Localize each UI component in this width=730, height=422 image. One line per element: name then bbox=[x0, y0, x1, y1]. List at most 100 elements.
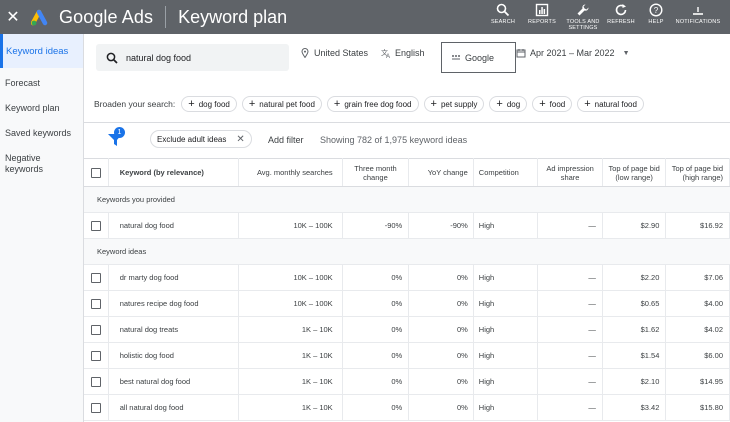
row-checkbox[interactable] bbox=[90, 350, 101, 361]
reports-icon bbox=[535, 3, 549, 17]
keyword-column-header[interactable]: Keyword (by relevance) bbox=[108, 158, 239, 187]
notifications-button[interactable]: NOTIFICATIONS bbox=[674, 0, 722, 34]
avg-searches-cell: 10K – 100K bbox=[238, 290, 343, 317]
yoy-cell: 0% bbox=[408, 290, 474, 317]
reports-button[interactable]: REPORTS bbox=[522, 0, 562, 34]
keyword-cell: dr marty dog food bbox=[108, 264, 239, 291]
competition-cell: High bbox=[473, 212, 539, 239]
table-row[interactable]: natural dog treats 1K – 10K 0% 0% High —… bbox=[84, 316, 730, 343]
bell-icon bbox=[693, 7, 703, 15]
yoy-cell: 0% bbox=[408, 264, 474, 291]
svg-text:A: A bbox=[386, 54, 390, 58]
table-row[interactable]: natures recipe dog food 10K – 100K 0% 0%… bbox=[84, 290, 730, 317]
avg-searches-column-header[interactable]: Avg. monthly searches bbox=[238, 158, 343, 187]
chip-label: dog bbox=[506, 99, 521, 109]
three-month-cell: 0% bbox=[342, 290, 410, 317]
low-bid-cell: $1.54 bbox=[602, 342, 667, 369]
network-icon bbox=[452, 54, 460, 59]
close-icon[interactable]: ✕ bbox=[1, 0, 25, 34]
high-bid-cell: $6.00 bbox=[665, 342, 730, 369]
yoy-cell: -90% bbox=[408, 212, 474, 239]
table-row[interactable]: all natural dog food 1K – 10K 0% 0% High… bbox=[84, 394, 730, 421]
impression-share-column-header[interactable]: Ad impression share bbox=[537, 158, 603, 187]
date-range-selector[interactable]: Apr 2021 – Mar 2022 ▼ bbox=[516, 48, 630, 58]
table-row[interactable]: best natural dog food 1K – 10K 0% 0% Hig… bbox=[84, 368, 730, 395]
row-checkbox[interactable] bbox=[90, 220, 101, 231]
low-bid-cell: $3.42 bbox=[602, 394, 667, 421]
three-month-column-header[interactable]: Three month change bbox=[342, 158, 410, 187]
chip-label: natural pet food bbox=[259, 99, 315, 109]
exclude-adult-chip[interactable]: Exclude adult ideas ✕ bbox=[150, 130, 252, 148]
row-checkbox-cell bbox=[84, 342, 109, 369]
search-icon bbox=[106, 52, 118, 64]
table-row[interactable]: dr marty dog food 10K – 100K 0% 0% High … bbox=[84, 264, 730, 291]
sidebar-item-negative-keywords[interactable]: Negative keywords bbox=[0, 153, 60, 175]
competition-column-header[interactable]: Competition bbox=[473, 158, 539, 187]
tools-settings-label: TOOLS AND SETTINGS bbox=[566, 19, 600, 31]
search-tool-label: SEARCH bbox=[490, 19, 516, 25]
language-selector[interactable]: 文A English bbox=[381, 48, 425, 58]
row-checkbox[interactable] bbox=[90, 298, 101, 309]
location-selector[interactable]: United States bbox=[300, 48, 368, 58]
svg-text:?: ? bbox=[654, 6, 659, 15]
broaden-chip[interactable]: + grain free dog food bbox=[326, 96, 419, 112]
search-value: natural dog food bbox=[126, 52, 192, 63]
sidebar-item-keyword-ideas[interactable]: Keyword ideas bbox=[0, 34, 83, 68]
three-month-cell: 0% bbox=[342, 342, 410, 369]
low-bid-cell: $2.10 bbox=[602, 368, 667, 395]
sidebar-item-forecast[interactable]: Forecast bbox=[0, 78, 83, 89]
avg-searches-cell: 1K – 10K bbox=[238, 342, 343, 369]
notifications-label: NOTIFICATIONS bbox=[675, 19, 721, 25]
network-selector[interactable]: Google bbox=[441, 42, 516, 73]
keyword-table: Keyword (by relevance) Avg. monthly sear… bbox=[84, 158, 730, 421]
section-row: Keyword ideas bbox=[84, 238, 730, 265]
toolbar: SEARCH REPORTS TOOLS AND SETTINGS REFRESH… bbox=[484, 0, 722, 34]
close-icon[interactable]: ✕ bbox=[236, 134, 244, 145]
row-checkbox-cell bbox=[84, 212, 109, 239]
broaden-chip[interactable]: + dog food bbox=[181, 96, 237, 112]
broaden-chip[interactable]: + natural food bbox=[577, 96, 644, 112]
plus-icon: + bbox=[430, 98, 437, 110]
location-label: United States bbox=[314, 48, 369, 58]
low-bid-column-header[interactable]: Top of page bid (low range) bbox=[602, 158, 667, 187]
three-month-cell: 0% bbox=[342, 316, 410, 343]
add-filter-button[interactable]: Add filter bbox=[268, 135, 304, 145]
help-icon: ? bbox=[649, 3, 663, 17]
row-checkbox[interactable] bbox=[90, 272, 101, 283]
impression-share-cell: — bbox=[537, 316, 603, 343]
search-tool-button[interactable]: SEARCH bbox=[484, 0, 522, 34]
keyword-cell: all natural dog food bbox=[108, 394, 239, 421]
plus-icon: + bbox=[188, 98, 195, 110]
sidebar-item-keyword-plan[interactable]: Keyword plan bbox=[0, 103, 83, 114]
chip-label: grain free dog food bbox=[344, 99, 412, 109]
help-button[interactable]: ? HELP bbox=[638, 0, 674, 34]
impression-share-cell: — bbox=[537, 368, 603, 395]
competition-cell: High bbox=[473, 290, 539, 317]
broaden-chip[interactable]: + pet supply bbox=[423, 96, 485, 112]
reports-label: REPORTS bbox=[528, 19, 556, 25]
high-bid-cell: $7.06 bbox=[665, 264, 730, 291]
row-checkbox[interactable] bbox=[90, 324, 101, 335]
yoy-cell: 0% bbox=[408, 368, 474, 395]
row-checkbox-cell bbox=[84, 264, 109, 291]
impression-share-cell: — bbox=[537, 394, 603, 421]
yoy-cell: 0% bbox=[408, 342, 474, 369]
row-checkbox[interactable] bbox=[90, 402, 101, 413]
table-row[interactable]: holistic dog food 1K – 10K 0% 0% High — … bbox=[84, 342, 730, 369]
table-row[interactable]: natural dog food 10K – 100K -90% -90% Hi… bbox=[84, 212, 730, 239]
keyword-search-input[interactable]: natural dog food bbox=[96, 44, 289, 71]
sidebar-item-saved-keywords[interactable]: Saved keywords bbox=[0, 128, 83, 139]
tools-settings-button[interactable]: TOOLS AND SETTINGS bbox=[562, 0, 604, 34]
high-bid-column-header[interactable]: Top of page bid (high range) bbox=[665, 158, 730, 187]
broaden-chip[interactable]: + food bbox=[532, 96, 573, 112]
plus-icon: + bbox=[539, 98, 546, 110]
chip-label: food bbox=[549, 99, 566, 109]
select-all-checkbox[interactable] bbox=[90, 167, 101, 178]
translate-icon: 文A bbox=[381, 48, 390, 58]
broaden-chip[interactable]: + dog bbox=[489, 96, 528, 112]
yoy-column-header[interactable]: YoY change bbox=[408, 158, 474, 187]
refresh-button[interactable]: REFRESH bbox=[604, 0, 638, 34]
row-checkbox[interactable] bbox=[90, 376, 101, 387]
brand-name: Google Ads bbox=[59, 6, 154, 27]
broaden-chip[interactable]: + natural pet food bbox=[241, 96, 322, 112]
